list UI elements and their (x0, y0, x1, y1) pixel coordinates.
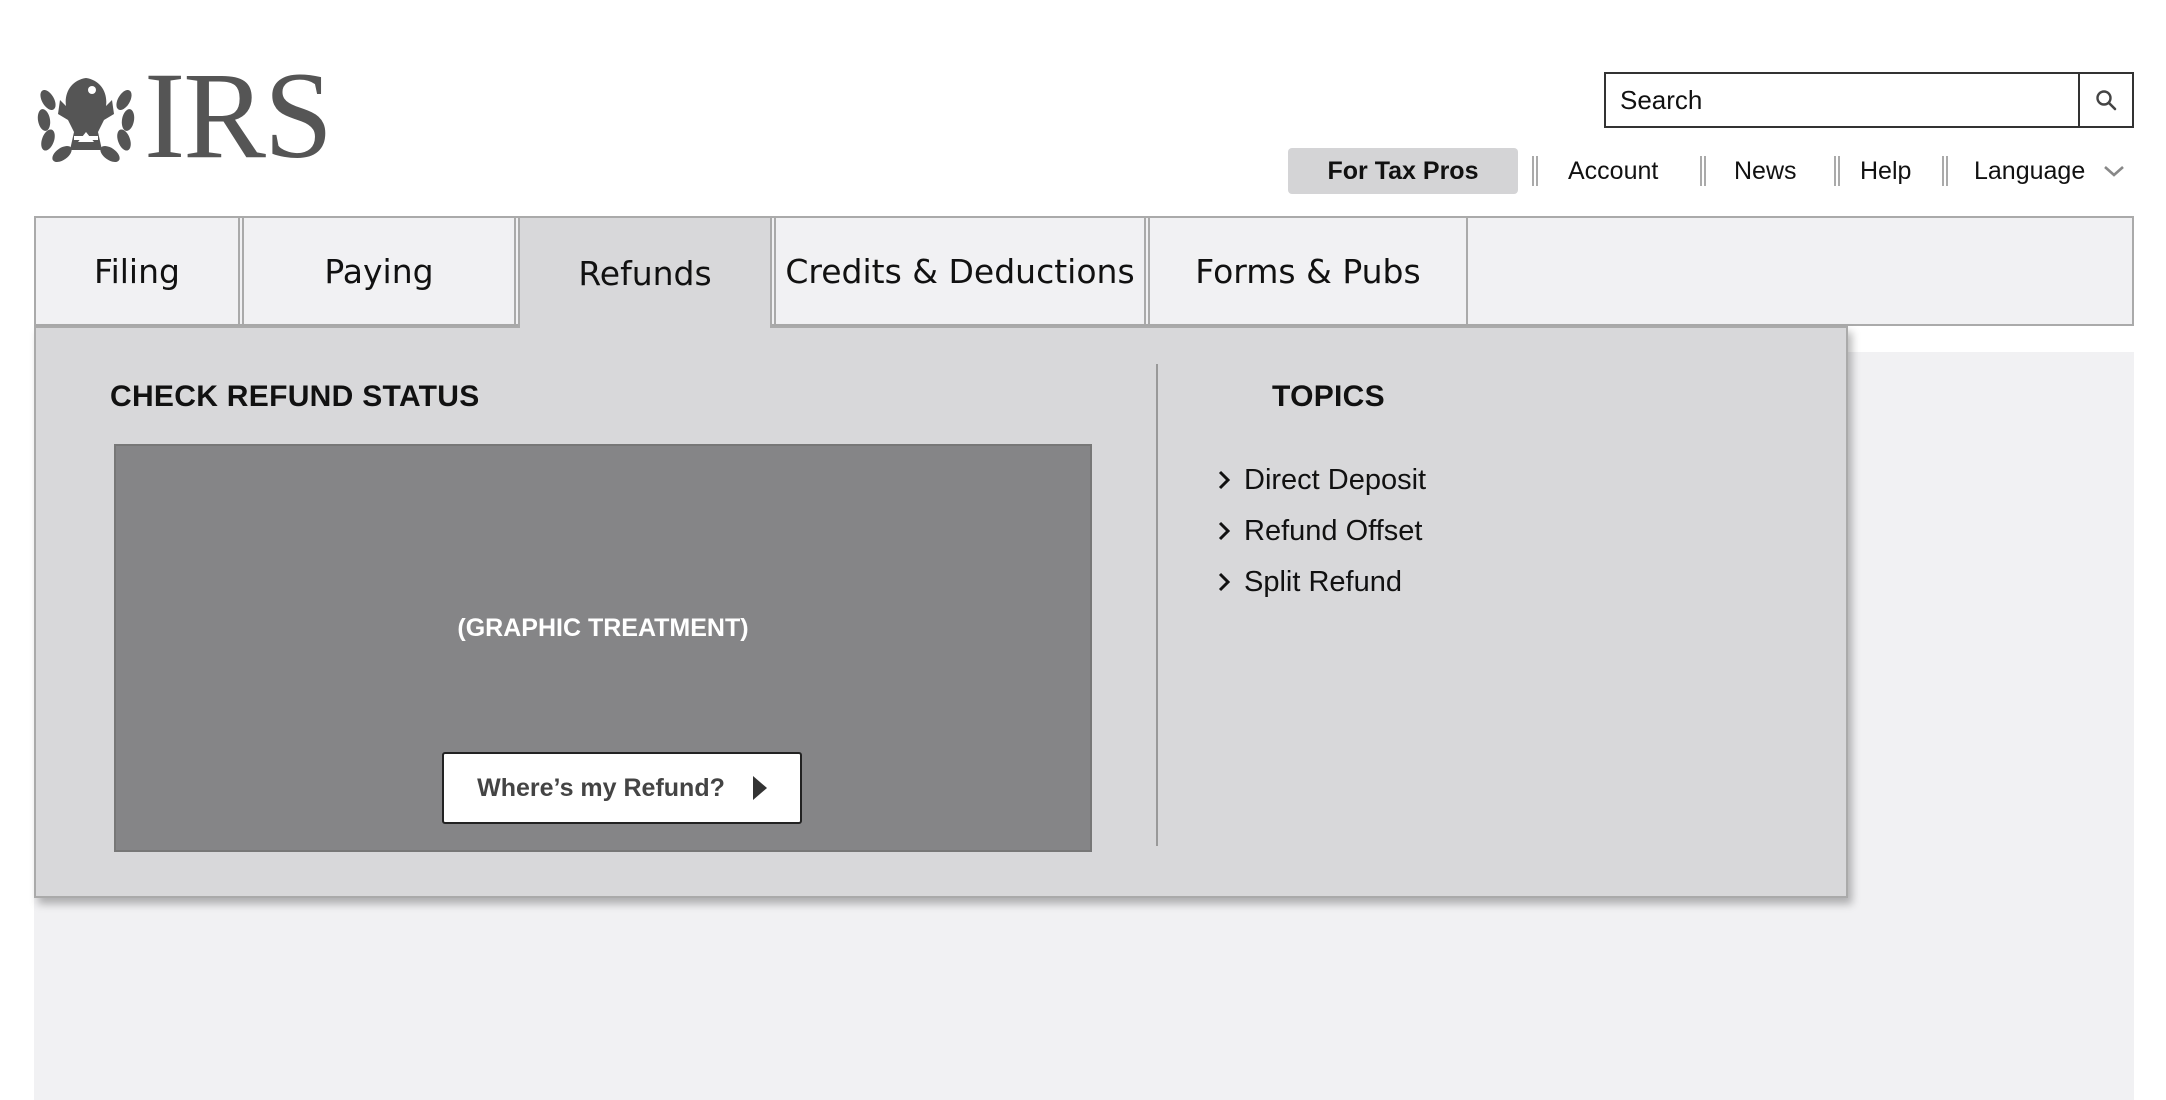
topic-direct-deposit[interactable]: Direct Deposit (1218, 460, 1427, 500)
account-link[interactable]: Account (1568, 148, 1658, 194)
search-icon (2096, 90, 2117, 111)
utility-nav-separator (1834, 156, 1840, 186)
topic-split-refund[interactable]: Split Refund (1218, 562, 1402, 602)
irs-eagle-logo-icon[interactable] (34, 70, 138, 166)
tab-paying[interactable]: Paying (242, 216, 516, 326)
wheres-my-refund-button[interactable]: Where’s my Refund? (442, 752, 802, 824)
news-link[interactable]: News (1734, 148, 1797, 194)
tab-refunds[interactable]: Refunds (518, 216, 772, 328)
irs-logo-text[interactable]: IRS (144, 54, 333, 178)
topic-label: Direct Deposit (1244, 463, 1427, 496)
utility-nav-separator (1942, 156, 1948, 186)
wheres-my-refund-label: Where’s my Refund? (477, 773, 725, 802)
topics-heading: TOPICS (1272, 380, 1385, 413)
tab-forms-pubs[interactable]: Forms & Pubs (1148, 216, 1468, 326)
topic-label: Split Refund (1244, 565, 1402, 598)
check-refund-status-heading: CHECK REFUND STATUS (110, 380, 480, 413)
graphic-treatment-label: (GRAPHIC TREATMENT) (457, 614, 749, 642)
tab-credits-deductions[interactable]: Credits & Deductions (774, 216, 1146, 326)
play-arrow-icon (752, 776, 767, 800)
for-tax-pros-button[interactable]: For Tax Pros (1288, 148, 1518, 194)
topic-refund-offset[interactable]: Refund Offset (1218, 511, 1423, 551)
search-button[interactable] (2078, 72, 2134, 128)
chevron-right-icon (1218, 572, 1231, 592)
chevron-right-icon (1218, 521, 1231, 541)
language-label: Language (1974, 156, 2086, 185)
topic-label: Refund Offset (1244, 514, 1423, 547)
panel-divider (1156, 364, 1158, 846)
utility-nav-separator (1532, 156, 1538, 186)
help-link[interactable]: Help (1860, 148, 1911, 194)
utility-nav-separator (1700, 156, 1706, 186)
chevron-right-icon (1218, 470, 1231, 490)
chevron-down-icon (2104, 166, 2125, 177)
tab-filing[interactable]: Filing (34, 216, 240, 326)
search-input[interactable] (1604, 72, 2080, 128)
language-selector[interactable]: Language (1974, 148, 2125, 194)
